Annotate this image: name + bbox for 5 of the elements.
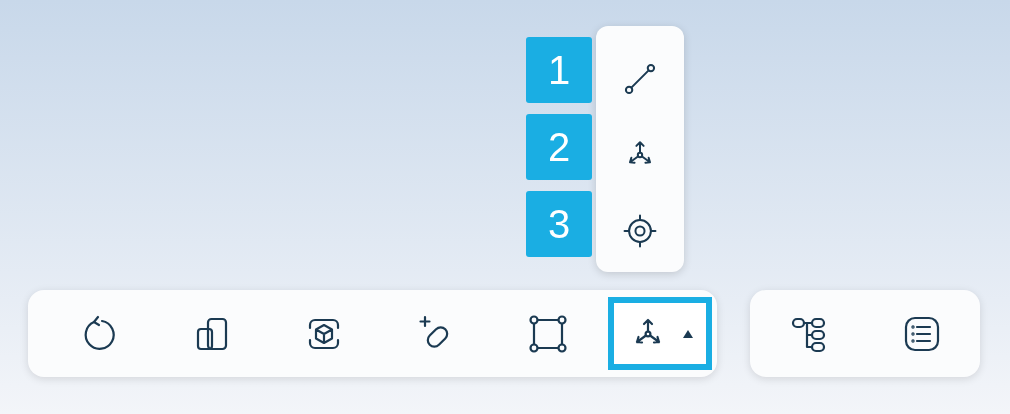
tool-button[interactable] bbox=[608, 297, 712, 370]
caret-icon bbox=[682, 328, 694, 339]
shortcut-badge: 3 bbox=[526, 191, 592, 257]
shortcut-badge: 2 bbox=[526, 114, 592, 180]
shortcut-badge: 1 bbox=[526, 37, 592, 103]
